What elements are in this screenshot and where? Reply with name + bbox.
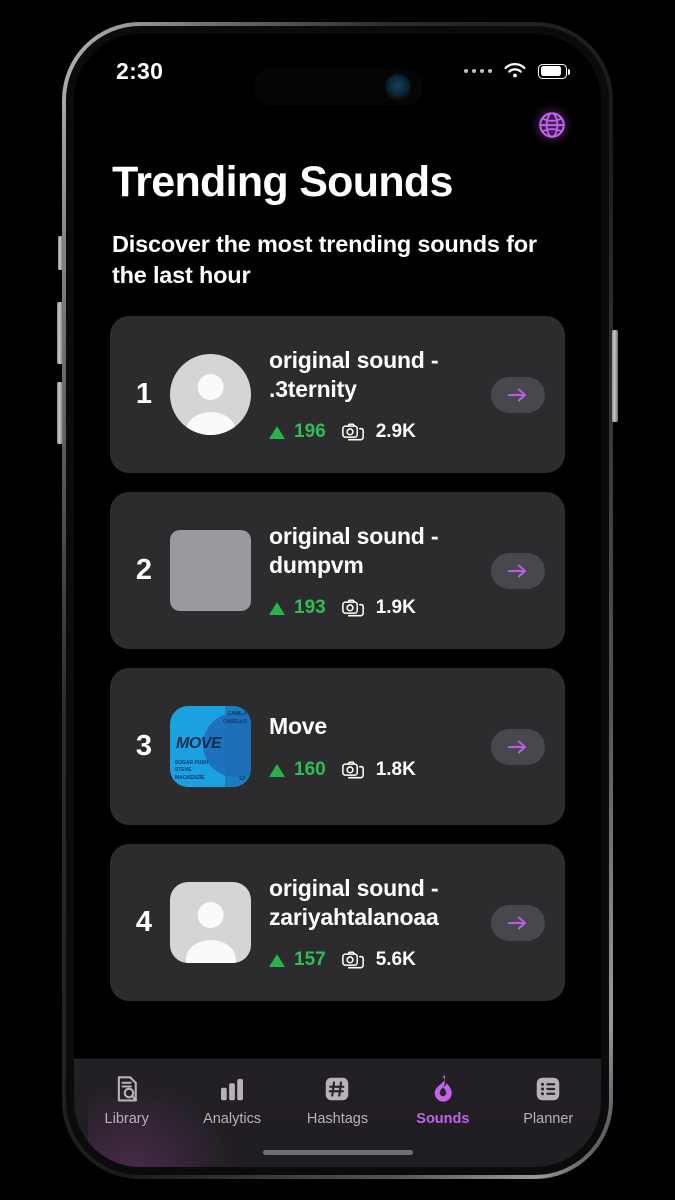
sound-video-count: 2.9K [375,421,416,443]
page-title: Trending Sounds [112,158,453,206]
sound-video-count: 1.9K [375,597,416,619]
tab-label: Analytics [203,1111,262,1127]
phone-bezel: 2:30 Trending Sounds Discover the most t… [66,26,609,1175]
volume-down-button[interactable] [57,382,63,444]
sound-card[interactable]: 3 CAMILA CABELLO MOVE SUGAR PUSH STEVE MACK… [110,668,565,826]
sound-title: original sound - zariyahtalanoaa [269,874,439,930]
sound-rank: 2 [135,554,153,587]
tab-hashtags[interactable]: Hashtags [285,1074,390,1127]
album-tag-text: EP [239,776,246,783]
sound-delta: 193 [294,597,326,619]
triangle-up-icon [269,763,285,777]
sound-delta: 196 [294,421,326,443]
sound-delta: 157 [294,949,326,971]
tab-label: Planner [523,1111,574,1127]
sound-title: Move [269,713,327,740]
document-search-icon [117,1076,137,1102]
page-subtitle: Discover the most trending sounds for th… [112,231,537,289]
arrow-right-icon [507,564,527,578]
sound-delta: 160 [294,759,326,781]
tab-label: Hashtags [306,1111,369,1127]
tab-label: Library [104,1111,149,1127]
list-icon [537,1077,560,1101]
sound-info: Move 160 1.8K [269,712,491,781]
app-content: Trending Sounds Discover the most trendi… [74,34,601,1167]
power-button[interactable] [612,330,618,422]
sound-thumbnail [170,882,251,964]
avatar-head-icon [197,373,224,401]
open-sound-button[interactable] [491,728,545,765]
page-heading: Trending Sounds Discover the most trendi… [74,140,601,291]
sound-video-count: 5.6K [375,949,416,971]
trending-sounds-list: 1 original sound - .3ternity 196 2.9K 2 … [74,316,601,1002]
signal-dots-icon [463,68,492,74]
bar-chart-icon [221,1079,244,1101]
avatar-head-icon [197,901,224,929]
sound-info: original sound - zariyahtalanoaa 157 5.6… [269,874,491,972]
sound-info: original sound - .3ternity 196 2.9K [269,346,491,444]
hashtag-icon [326,1077,349,1101]
dynamic-island [252,68,423,106]
album-title-text: MOVE [176,735,222,753]
arrow-right-icon [507,740,527,754]
screenshot-root: 2:30 Trending Sounds Discover the most t… [0,0,675,1200]
sound-title: original sound - dumpvm [269,522,439,578]
sound-rank: 1 [135,378,153,411]
status-indicators [463,62,571,80]
tab-label: Sounds [416,1111,470,1127]
camera-stack-icon [341,761,364,779]
sound-card[interactable]: 1 original sound - .3ternity 196 2.9K [110,316,565,474]
sound-title: original sound - .3ternity [269,346,439,402]
sound-video-count: 1.8K [375,759,416,781]
sound-stats: 193 1.9K [269,597,485,619]
triangle-up-icon [269,425,285,439]
phone-frame: 2:30 Trending Sounds Discover the most t… [62,22,613,1179]
camera-stack-icon [341,599,364,617]
flame-icon [434,1075,452,1102]
tab-analytics[interactable]: Analytics [179,1074,284,1127]
open-sound-button[interactable] [491,904,545,941]
avatar-body-icon [185,411,236,436]
triangle-up-icon [269,953,285,967]
sound-stats: 196 2.9K [269,421,485,443]
camera-stack-icon [341,951,364,969]
sound-rank: 3 [135,730,153,763]
avatar-body-icon [185,939,236,964]
open-sound-button[interactable] [491,552,545,589]
phone-screen: 2:30 Trending Sounds Discover the most t… [74,34,601,1167]
arrow-right-icon [507,388,527,402]
sound-card[interactable]: 2 original sound - dumpvm 193 1.9K [110,492,565,650]
volume-up-button[interactable] [57,302,63,364]
camera-stack-icon [341,423,364,441]
wifi-icon [504,63,526,78]
globe-icon[interactable] [537,110,567,140]
front-camera-icon [384,74,411,100]
tab-sounds[interactable]: Sounds [390,1074,495,1127]
album-credits-text: SUGAR PUSH STEVE MACKENZIE [175,759,209,781]
open-sound-button[interactable] [491,376,545,413]
sound-card[interactable]: 4 original sound - zariyahtalanoaa 157 5… [110,844,565,1002]
album-artist-text: CAMILA CABELLO [222,711,247,725]
triangle-up-icon [269,601,285,615]
sound-info: original sound - dumpvm 193 1.9K [269,522,491,620]
tab-planner[interactable]: Planner [496,1074,601,1127]
tab-library[interactable]: Library [74,1074,179,1127]
sound-thumbnail [170,354,251,436]
arrow-right-icon [507,916,527,930]
silent-switch[interactable] [58,236,63,270]
sound-rank: 4 [135,906,153,939]
battery-icon [538,63,571,79]
sound-stats: 160 1.8K [269,759,485,781]
home-indicator[interactable] [262,1149,413,1155]
sound-thumbnail: CAMILA CABELLO MOVE SUGAR PUSH STEVE MACKEN… [170,706,251,788]
sound-stats: 157 5.6K [269,949,485,971]
status-clock: 2:30 [116,57,164,84]
sound-thumbnail [170,530,251,612]
